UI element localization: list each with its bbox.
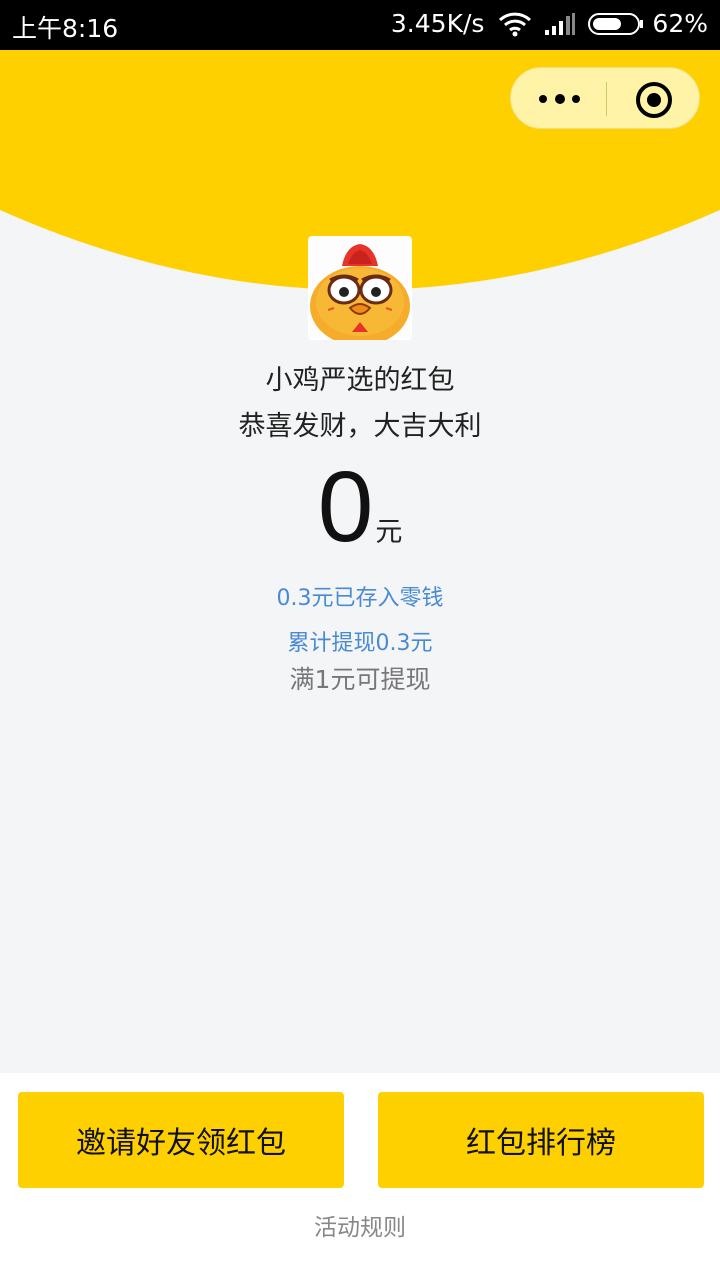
invite-friends-button[interactable]: 邀请好友领红包 [18,1092,344,1188]
close-target-icon[interactable] [607,68,701,130]
withdraw-threshold-text: 满1元可提现 [289,665,431,694]
saved-to-wallet-link[interactable]: 0.3元已存入零钱 [0,580,720,612]
more-icon[interactable] [511,68,606,130]
status-indicators: 3.45K/s 62% [391,9,708,38]
battery-percent: 62% [652,9,708,38]
amount-display: 0元 [0,450,720,563]
sender-title: 小鸡严选的红包 [265,365,455,396]
status-bar: 上午8:16 3.45K/s 62% [0,0,720,50]
chick-avatar-icon [310,238,410,340]
capsule-menu [510,67,700,129]
activity-rules-link[interactable]: 活动规则 [0,1208,720,1242]
network-speed: 3.45K/s [390,9,485,38]
status-time: 上午8:16 [12,14,119,43]
amount-value: 0 [317,451,374,563]
ranking-button[interactable]: 红包排行榜 [378,1092,704,1188]
withdrawn-total-link[interactable]: 累计提现0.3元 [0,625,720,657]
greeting-text: 恭喜发财，大吉大利 [238,411,482,442]
avatar [308,236,412,340]
signal-icon [545,12,576,35]
battery-icon [588,12,644,35]
amount-unit: 元 [375,517,403,548]
wifi-icon [499,12,532,36]
